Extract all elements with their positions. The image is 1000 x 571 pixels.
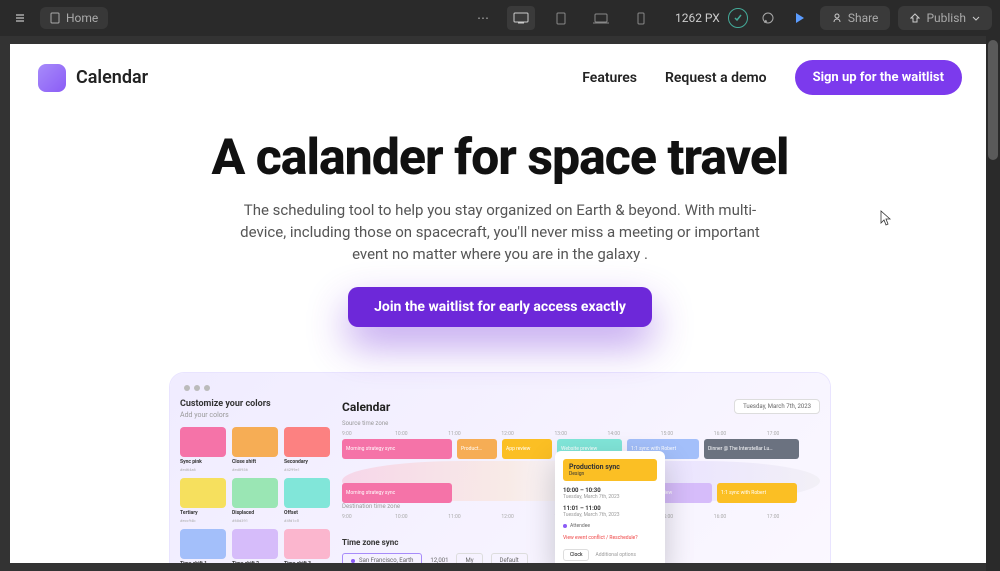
scrollbar[interactable] bbox=[986, 36, 1000, 571]
breadcrumb-label: Home bbox=[66, 11, 98, 25]
preview-date-picker[interactable]: Tuesday, March 7th, 2023 bbox=[734, 399, 820, 414]
popup-header: Production sync Design bbox=[563, 459, 657, 481]
popup-clock-button[interactable]: Clock bbox=[563, 549, 589, 561]
window-dots bbox=[180, 383, 820, 399]
publish-button[interactable]: Publish bbox=[898, 6, 992, 30]
color-swatch[interactable]: Tertiary#ecc94b bbox=[180, 478, 226, 523]
hero-cta-button[interactable]: Join the waitlist for early access exact… bbox=[348, 287, 652, 327]
device-laptop-icon[interactable] bbox=[587, 6, 615, 30]
brand-logo-icon bbox=[38, 64, 66, 92]
color-swatch[interactable]: Sync pink#ed64a6 bbox=[180, 427, 226, 472]
share-button[interactable]: Share bbox=[820, 6, 891, 30]
color-swatch[interactable]: Time shift 3#ed64a6 bbox=[284, 529, 330, 563]
more-icon[interactable]: ⋯ bbox=[471, 6, 495, 30]
event-popup[interactable]: Production sync Design 10:00 – 10:30 Tue… bbox=[555, 451, 665, 563]
popup-conflict-link[interactable]: View event conflict / Reschedule? bbox=[563, 535, 657, 541]
calendar-event[interactable]: Product… bbox=[457, 439, 497, 459]
color-swatch[interactable]: Secondary#4299e1 bbox=[284, 427, 330, 472]
menu-icon[interactable] bbox=[8, 6, 32, 30]
viewport-width-label: 1262 PX bbox=[675, 11, 720, 25]
editor-topbar: Home ⋯ 1262 PX Share Publish bbox=[0, 0, 1000, 36]
device-tablet-icon[interactable] bbox=[547, 6, 575, 30]
nav-link-features[interactable]: Features bbox=[582, 70, 637, 86]
my-select[interactable]: My bbox=[456, 553, 482, 563]
page-frame[interactable]: Calendar Features Request a demo Sign up… bbox=[10, 44, 990, 563]
nav-link-request-demo[interactable]: Request a demo bbox=[665, 70, 767, 86]
calendar-event[interactable]: Dinner @ The Interstellar Lu… bbox=[704, 439, 799, 459]
hour-scale: 9:0010:0011:0012:0013:0014:0015:0016:001… bbox=[342, 431, 820, 437]
popup-options-link[interactable]: Additional options bbox=[595, 552, 635, 558]
hero-title: A calander for space travel bbox=[70, 131, 930, 186]
device-mobile-icon[interactable] bbox=[627, 6, 655, 30]
color-swatch[interactable]: Time shift 1#667eea bbox=[180, 529, 226, 563]
site-nav: Calendar Features Request a demo Sign up… bbox=[10, 44, 990, 111]
preview-title: Calendar bbox=[342, 400, 390, 414]
calendar-event[interactable]: Morning strategy sync bbox=[342, 439, 452, 459]
breadcrumb-home[interactable]: Home bbox=[40, 7, 108, 29]
brand[interactable]: Calendar bbox=[38, 64, 148, 92]
hero: A calander for space travel The scheduli… bbox=[10, 111, 990, 327]
play-icon[interactable] bbox=[788, 6, 812, 30]
color-swatch[interactable]: Offset#4fd1c5 bbox=[284, 478, 330, 523]
product-preview: Customize your colors Add your colors Sy… bbox=[170, 373, 830, 563]
editor-canvas: Calendar Features Request a demo Sign up… bbox=[0, 36, 1000, 571]
tz-source-label: Source time zone bbox=[342, 420, 820, 427]
preview-sidebar: Customize your colors Add your colors Sy… bbox=[180, 399, 330, 563]
color-swatch-grid: Sync pink#ed64a6Close shift#ed8936Second… bbox=[180, 427, 330, 563]
color-swatch[interactable]: Close shift#ed8936 bbox=[232, 427, 278, 472]
device-desktop-icon[interactable] bbox=[507, 6, 535, 30]
nav-cta-signup[interactable]: Sign up for the waitlist bbox=[795, 60, 962, 95]
comment-icon[interactable] bbox=[756, 6, 780, 30]
status-check-icon[interactable] bbox=[728, 8, 748, 28]
sidebar-subtitle: Add your colors bbox=[180, 411, 330, 419]
event-lanes: Production sync Design 10:00 – 10:30 Tue… bbox=[342, 439, 820, 499]
color-swatch[interactable]: Time shift 2#9f7aea bbox=[232, 529, 278, 563]
popup-attendee: Attendee bbox=[563, 523, 657, 529]
scrollbar-thumb[interactable] bbox=[988, 40, 998, 160]
calendar-event[interactable]: App review bbox=[502, 439, 552, 459]
calendar-event[interactable]: Morning strategy sync bbox=[342, 483, 452, 503]
hero-subtitle: The scheduling tool to help you stay org… bbox=[230, 200, 770, 265]
color-swatch[interactable]: Displaced#68d391 bbox=[232, 478, 278, 523]
sidebar-title: Customize your colors bbox=[180, 399, 330, 409]
preview-main: Calendar Tuesday, March 7th, 2023 Source… bbox=[342, 399, 820, 563]
brand-name: Calendar bbox=[76, 67, 148, 88]
default-select[interactable]: Default bbox=[491, 553, 528, 563]
location-chip[interactable]: San Francisco, Earth bbox=[342, 553, 422, 563]
calendar-event[interactable]: 1:1 sync with Robert bbox=[717, 483, 797, 503]
